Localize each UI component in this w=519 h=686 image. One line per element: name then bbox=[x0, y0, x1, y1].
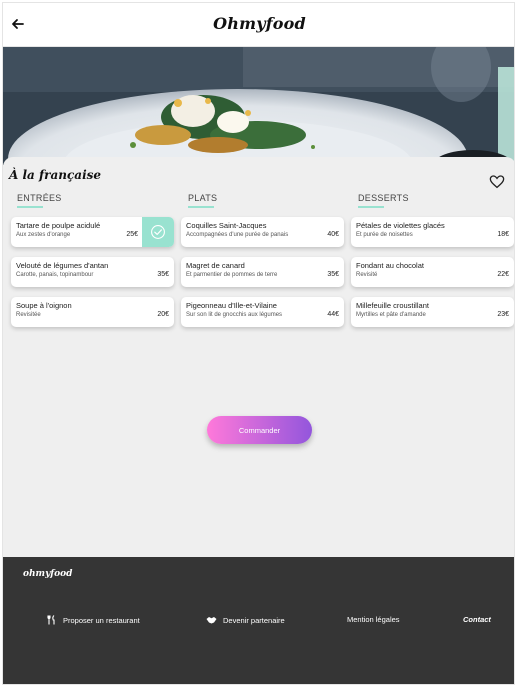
dish-price: 20€ bbox=[157, 311, 169, 318]
dish-card[interactable]: Pigeonneau d'Ille-et-Vilaine Sur son lit… bbox=[181, 297, 344, 327]
dish-name: Velouté de légumes d'antan bbox=[16, 261, 109, 270]
dish-price: 35€ bbox=[327, 271, 339, 278]
section-title-entrees: ENTRÉES bbox=[17, 193, 62, 208]
dish-name: Millefeuille croustillant bbox=[356, 301, 429, 310]
dish-card[interactable]: Velouté de légumes d'antan Carotte, pana… bbox=[11, 257, 174, 287]
dish-card[interactable]: Tartare de poulpe acidulé Aux zestes d'o… bbox=[11, 217, 174, 247]
dish-description: Aux zestes d'orange bbox=[16, 232, 71, 238]
footer-link-label: Devenir partenaire bbox=[223, 615, 285, 625]
dish-description: Et purée de noisettes bbox=[356, 232, 413, 238]
dish-name: Tartare de poulpe acidulé bbox=[16, 221, 101, 230]
app-frame: Ohmyfood À la française ENTRÉES Tartare … bbox=[2, 2, 515, 685]
dish-name: Pétales de violettes glacés bbox=[356, 221, 445, 230]
heart-outline-icon bbox=[489, 175, 505, 189]
footer-link-label: Contact bbox=[463, 615, 491, 624]
section-underline bbox=[17, 206, 43, 208]
dish-price: 40€ bbox=[327, 231, 339, 238]
section-underline bbox=[188, 206, 214, 208]
footer-link-label: Proposer un restaurant bbox=[63, 615, 140, 625]
dish-name: Pigeonneau d'Ille-et-Vilaine bbox=[186, 301, 277, 310]
dish-name: Coquilles Saint-Jacques bbox=[186, 221, 267, 230]
dish-price: 35€ bbox=[157, 271, 169, 278]
handshake-icon bbox=[206, 617, 217, 624]
section-label: PLATS bbox=[188, 193, 218, 203]
dish-name: Soupe à l'oignon bbox=[16, 301, 72, 310]
check-circle-icon bbox=[151, 225, 165, 239]
footer-link-label: Mention légales bbox=[347, 615, 400, 624]
footer-link-propose-restaurant[interactable]: Proposer un restaurant bbox=[47, 615, 140, 625]
footer-link-contact[interactable]: Contact bbox=[463, 615, 491, 624]
dish-card[interactable]: Millefeuille croustillant Myrtilles et p… bbox=[351, 297, 514, 327]
dish-description: Revisitée bbox=[16, 312, 41, 318]
section-label: DESSERTS bbox=[358, 193, 409, 203]
selected-check-icon bbox=[142, 217, 174, 247]
dish-card[interactable]: Fondant au chocolat Revisité 22€ bbox=[351, 257, 514, 287]
dish-name: Magret de canard bbox=[186, 261, 245, 270]
dish-card[interactable]: Magret de canard Et parmentier de pommes… bbox=[181, 257, 344, 287]
dish-description: Revisité bbox=[356, 272, 378, 278]
utensils-icon bbox=[47, 615, 55, 625]
order-button[interactable]: Commander bbox=[207, 416, 312, 444]
dish-description: Sur son lit de gnocchis aux légumes bbox=[186, 312, 283, 318]
dish-card[interactable]: Soupe à l'oignon Revisitée 20€ bbox=[11, 297, 174, 327]
section-label: ENTRÉES bbox=[17, 193, 62, 203]
dish-card[interactable]: Pétales de violettes glacés Et purée de … bbox=[351, 217, 514, 247]
footer-logo[interactable]: ohmyfood bbox=[23, 569, 72, 579]
hero-food-image bbox=[3, 47, 514, 165]
favorite-heart-icon[interactable] bbox=[489, 174, 507, 192]
dish-description: Myrtilles et pâte d'amande bbox=[356, 312, 426, 318]
dish-price: 22€ bbox=[497, 271, 509, 278]
site-footer: ohmyfood Proposer un restaurant Devenir … bbox=[3, 557, 514, 684]
section-underline bbox=[358, 206, 384, 208]
footer-link-legal[interactable]: Mention légales bbox=[347, 615, 400, 624]
dish-description: Accompagnées d'une purée de panais bbox=[186, 232, 289, 238]
dish-price: 23€ bbox=[497, 311, 509, 318]
dish-description: Et parmentier de pommes de terre bbox=[186, 272, 278, 278]
top-header: Ohmyfood bbox=[3, 3, 514, 47]
dish-name: Fondant au chocolat bbox=[356, 261, 424, 270]
dish-description: Carotte, panais, topinambour bbox=[16, 272, 94, 278]
dish-card[interactable]: Coquilles Saint-Jacques Accompagnées d'u… bbox=[181, 217, 344, 247]
menu-panel: À la française ENTRÉES Tartare de poulpe… bbox=[3, 157, 514, 557]
section-title-plats: PLATS bbox=[188, 193, 217, 208]
app-logo[interactable]: Ohmyfood bbox=[3, 14, 514, 33]
restaurant-title: À la française bbox=[9, 168, 102, 182]
dish-price: 25€ bbox=[126, 231, 138, 238]
dish-price: 44€ bbox=[327, 311, 339, 318]
dish-price: 18€ bbox=[497, 231, 509, 238]
hero-illustration bbox=[3, 47, 514, 165]
section-title-desserts: DESSERTS bbox=[358, 193, 409, 208]
footer-link-partner[interactable]: Devenir partenaire bbox=[206, 615, 285, 625]
